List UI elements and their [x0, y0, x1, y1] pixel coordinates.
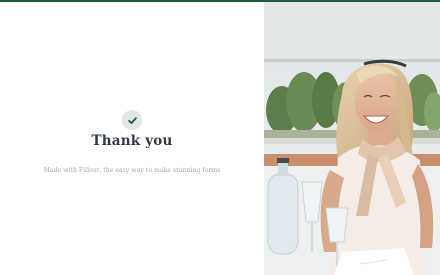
- made-with-fillout-link[interactable]: Made with Fillout, the easy way to make …: [0, 167, 264, 174]
- hero-photo: [264, 2, 440, 275]
- checkmark-icon: [122, 110, 142, 130]
- thank-you-heading: Thank you: [91, 133, 173, 149]
- confirmation-panel: Thank you Made with Fillout, the easy wa…: [0, 2, 264, 275]
